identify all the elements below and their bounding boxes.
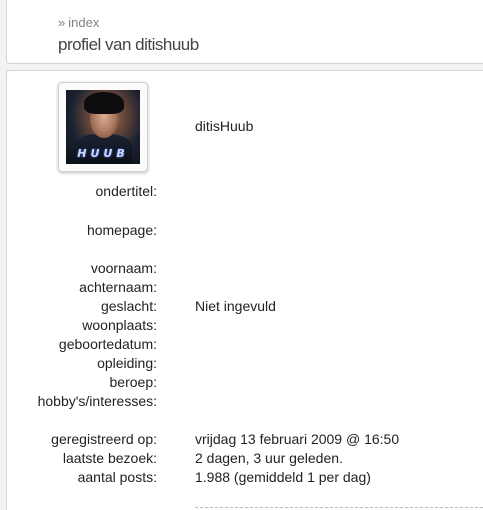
gender-value: Niet ingevuld xyxy=(195,298,276,314)
page-title: profiel van ditishuub xyxy=(58,35,199,54)
birthdate-label: geboortedatum: xyxy=(58,336,157,352)
breadcrumb-link-index[interactable]: index xyxy=(68,15,99,30)
lastname-label: achternaam: xyxy=(79,279,157,295)
avatar-tag-text: HUUB xyxy=(77,147,129,160)
breadcrumb-arrow-icon: » xyxy=(58,15,66,30)
residence-label: woonplaats: xyxy=(82,317,157,333)
lastvisit-label: laatste bezoek: xyxy=(62,450,157,466)
registered-label: geregistreerd op: xyxy=(51,431,157,447)
gender-label: geslacht: xyxy=(100,298,157,314)
lastvisit-value: 2 dagen, 3 uur geleden. xyxy=(195,450,343,466)
hobbies-label: hobby's/interesses: xyxy=(37,393,157,409)
subtitle-label: ondertitel: xyxy=(95,183,157,199)
education-label: opleiding: xyxy=(97,355,157,371)
profile-username: ditisHuub xyxy=(195,118,254,134)
firstname-label: voornaam: xyxy=(90,260,157,276)
posts-value: 1.988 (gemiddeld 1 per dag) xyxy=(195,469,371,485)
avatar-image: HUUB xyxy=(66,90,140,164)
avatar: HUUB xyxy=(58,82,148,172)
registered-value: vrijdag 13 februari 2009 @ 16:50 xyxy=(195,431,400,447)
page-header: » index profiel van ditishuub xyxy=(6,0,483,64)
homepage-label: homepage: xyxy=(86,222,157,238)
breadcrumb: » index xyxy=(58,15,99,30)
posts-label: aantal posts: xyxy=(77,469,157,485)
occupation-label: beroep: xyxy=(109,374,157,390)
divider xyxy=(195,507,483,508)
